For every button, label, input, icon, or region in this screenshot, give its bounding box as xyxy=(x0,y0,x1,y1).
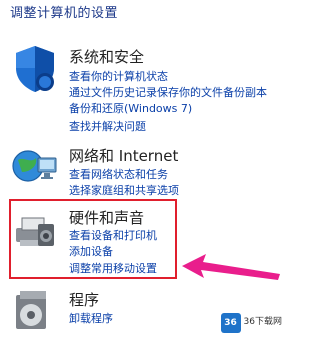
link-file-history-backup[interactable]: 通过文件历史记录保存你的文件备份副本 xyxy=(69,84,267,100)
link-devices-printers[interactable]: 查看设备和打印机 xyxy=(69,227,157,243)
category-title[interactable]: 系统和安全 xyxy=(69,46,144,67)
page-title: 调整计算机的设置 xyxy=(10,6,119,21)
network-globe-icon[interactable] xyxy=(12,144,60,190)
link-view-computer-status[interactable]: 查看你的计算机状态 xyxy=(69,68,168,84)
watermark-text: 36下载网 xyxy=(243,317,282,328)
category-title[interactable]: 网络和 Internet xyxy=(69,145,178,166)
shield-icon[interactable] xyxy=(12,44,58,98)
link-backup-restore[interactable]: 备份和还原(Windows 7) xyxy=(69,100,192,116)
link-network-status[interactable]: 查看网络状态和任务 xyxy=(69,166,168,182)
programs-disc-icon[interactable] xyxy=(12,289,52,337)
link-uninstall-program[interactable]: 卸载程序 xyxy=(69,310,113,326)
watermark-logo-icon: 36 xyxy=(220,313,241,333)
annotation-arrow xyxy=(182,254,280,280)
link-homegroup-sharing[interactable]: 选择家庭组和共享选项 xyxy=(69,182,179,198)
category-title[interactable]: 程序 xyxy=(69,289,99,310)
printer-speaker-icon[interactable] xyxy=(12,210,58,254)
category-title[interactable]: 硬件和声音 xyxy=(69,207,144,228)
link-troubleshoot[interactable]: 查找并解决问题 xyxy=(69,118,146,134)
watermark: 36 36下载网 xyxy=(220,313,282,333)
link-mobility-settings[interactable]: 调整常用移动设置 xyxy=(69,260,157,276)
link-add-device[interactable]: 添加设备 xyxy=(69,243,113,259)
